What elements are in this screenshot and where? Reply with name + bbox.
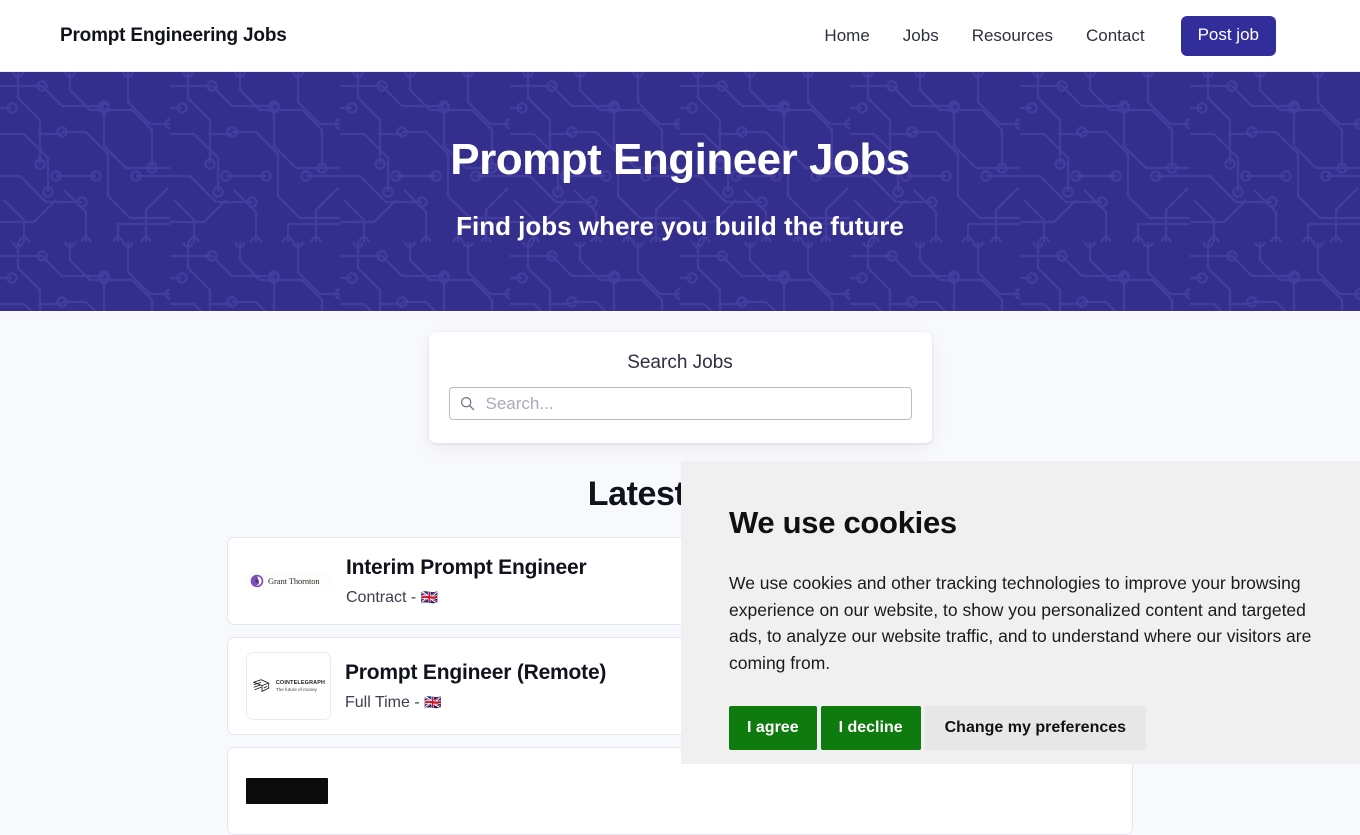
country-flag-icon: 🇬🇧 xyxy=(420,588,439,605)
cookie-banner-actions: I agree I decline Change my preferences xyxy=(729,706,1312,751)
country-flag-icon: 🇬🇧 xyxy=(424,693,442,710)
cookie-banner-body: We use cookies and other tracking techno… xyxy=(729,573,1312,673)
company-logo xyxy=(246,778,328,804)
hero-subtitle: Find jobs where you build the future xyxy=(456,211,904,242)
job-info xyxy=(342,787,1114,796)
search-field[interactable] xyxy=(448,387,912,420)
nav-link-jobs[interactable]: Jobs xyxy=(903,26,939,46)
cookie-banner-title: We use cookies xyxy=(729,505,957,540)
meta-separator: - xyxy=(414,693,420,711)
nav-link-home[interactable]: Home xyxy=(824,26,869,46)
cointelegraph-wordmark: COINTELEGRAPH The future of money xyxy=(276,680,325,692)
site-header: Prompt Engineering Jobs Home Jobs Resour… xyxy=(0,0,1360,72)
search-icon xyxy=(460,396,474,411)
company-name: COINTELEGRAPH xyxy=(275,679,326,686)
dark-company-logo xyxy=(246,778,328,804)
nav-link-resources[interactable]: Resources xyxy=(972,26,1053,46)
job-type: Full Time xyxy=(345,693,410,711)
grant-thornton-mark-icon xyxy=(250,574,264,588)
site-brand[interactable]: Prompt Engineering Jobs xyxy=(60,25,287,47)
company-name: Grant Thornton xyxy=(268,576,320,586)
company-tagline: The future of money xyxy=(275,686,317,692)
company-logo: Grant Thornton xyxy=(246,571,332,591)
search-section: Search Jobs xyxy=(0,311,1360,443)
hero-title: Prompt Engineer Jobs xyxy=(450,135,910,184)
search-input[interactable] xyxy=(483,392,901,415)
search-card: Search Jobs xyxy=(428,332,932,443)
cookie-decline-button[interactable]: I decline xyxy=(820,706,921,751)
cointelegraph-logo: COINTELEGRAPH The future of money xyxy=(246,652,331,720)
job-type: Contract xyxy=(346,588,407,606)
cointelegraph-mark-icon xyxy=(252,679,270,693)
hero-banner: Prompt Engineer Jobs Find jobs where you… xyxy=(0,72,1360,311)
hero-text: Prompt Engineer Jobs Find jobs where you… xyxy=(450,135,910,242)
main-nav: Home Jobs Resources Contact Post job xyxy=(824,15,1276,56)
grant-thornton-logo: Grant Thornton xyxy=(246,571,332,591)
cookie-agree-button[interactable]: I agree xyxy=(729,706,817,751)
cookie-consent-banner: We use cookies We use cookies and other … xyxy=(681,461,1360,764)
nav-link-contact[interactable]: Contact xyxy=(1086,26,1145,46)
search-jobs-label: Search Jobs xyxy=(627,352,733,373)
cookie-preferences-button[interactable]: Change my preferences xyxy=(924,706,1147,751)
post-job-button[interactable]: Post job xyxy=(1180,15,1276,56)
company-logo: COINTELEGRAPH The future of money xyxy=(246,652,331,720)
meta-separator: - xyxy=(410,588,417,606)
